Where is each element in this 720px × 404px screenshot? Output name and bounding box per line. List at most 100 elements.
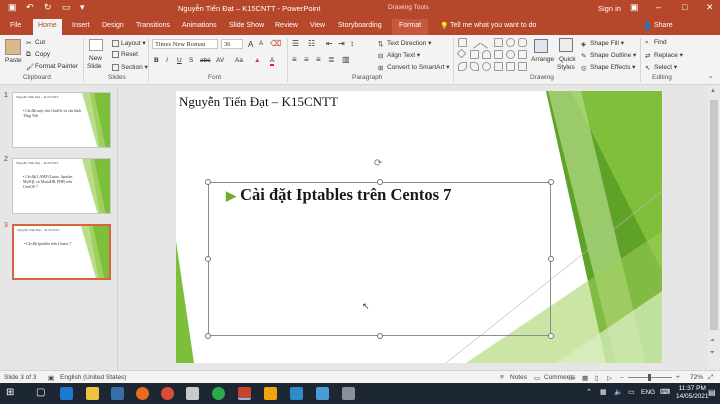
- shape-line-icon[interactable]: [480, 36, 493, 49]
- increase-indent-icon[interactable]: ⇥: [338, 39, 345, 48]
- app-icon[interactable]: [316, 387, 329, 400]
- system-clock[interactable]: 11:37 PM 14/05/2021: [676, 385, 709, 401]
- quick-styles-button[interactable]: Quick: [559, 56, 576, 63]
- firefox-icon[interactable]: [136, 387, 149, 400]
- shape-arc-icon[interactable]: [482, 50, 491, 59]
- arrange-button[interactable]: Arrange: [531, 56, 554, 63]
- prev-slide-icon[interactable]: ⏶: [710, 338, 715, 345]
- app-icon[interactable]: [342, 387, 355, 400]
- sign-in-link[interactable]: Sign in: [598, 4, 621, 13]
- strikethrough-button[interactable]: abc: [200, 57, 210, 64]
- notes-button[interactable]: Notes: [510, 374, 527, 381]
- tab-review[interactable]: Review: [275, 22, 298, 29]
- shape-bracket-icon[interactable]: [494, 62, 503, 71]
- layout-button[interactable]: Layout ▾: [112, 39, 146, 47]
- task-view-icon[interactable]: ▢: [36, 387, 45, 398]
- resize-handle[interactable]: [548, 256, 554, 262]
- shape-outline-button[interactable]: ✎ Shape Outline ▾: [581, 51, 636, 60]
- shape-line-icon[interactable]: [468, 36, 481, 49]
- slide-header-text[interactable]: Nguyễn Tiến Đạt – K15CNTT: [179, 94, 338, 110]
- align-right-icon[interactable]: ≡: [316, 55, 321, 64]
- zoom-slider-thumb[interactable]: [648, 374, 651, 381]
- collapse-ribbon-icon[interactable]: ⌃: [708, 75, 713, 83]
- paste-icon[interactable]: [5, 39, 21, 55]
- shape-curve-icon[interactable]: [470, 62, 479, 71]
- tab-animations[interactable]: Animations: [182, 22, 217, 29]
- minimize-icon[interactable]: –: [656, 2, 661, 12]
- chrome-icon[interactable]: [161, 387, 174, 400]
- clear-formatting-icon[interactable]: ⌫: [270, 39, 281, 48]
- shape-fill-button[interactable]: ◈ Shape Fill ▾: [581, 39, 624, 48]
- scroll-up-icon[interactable]: ▲: [710, 88, 716, 94]
- align-text-button[interactable]: ⊟ Align Text ▾: [378, 51, 420, 60]
- tab-slide-show[interactable]: Slide Show: [229, 22, 264, 29]
- format-painter-button[interactable]: 🖌Format Painter: [26, 63, 78, 71]
- align-center-icon[interactable]: ≡: [304, 55, 309, 64]
- keyboard-icon[interactable]: ⌨: [660, 388, 670, 396]
- new-slide-button[interactable]: New: [89, 55, 102, 62]
- slide-thumbnail-3[interactable]: Nguyễn Tiến Đạt – K15CNTT • Cài đặt Ipta…: [12, 224, 111, 280]
- tray-chevron-icon[interactable]: ⌃: [586, 388, 592, 396]
- mail-icon[interactable]: [111, 387, 124, 400]
- tab-view[interactable]: View: [310, 22, 325, 29]
- shrink-font-button[interactable]: A: [259, 41, 263, 47]
- tab-storyboarding[interactable]: Storyboarding: [338, 22, 382, 29]
- slide-sorter-icon[interactable]: ▦: [582, 374, 588, 382]
- redo-icon[interactable]: ↻: [44, 2, 52, 13]
- shape-star-icon[interactable]: [506, 62, 515, 71]
- shape-rounded-rect-icon[interactable]: [518, 38, 527, 47]
- close-icon[interactable]: ✕: [706, 2, 714, 13]
- normal-view-icon[interactable]: ▭: [568, 374, 574, 382]
- section-button[interactable]: Section ▾: [112, 63, 148, 71]
- replace-button[interactable]: ⇄ Replace ▾: [645, 51, 683, 60]
- font-color-button[interactable]: A: [270, 57, 275, 66]
- tab-design[interactable]: Design: [102, 22, 124, 29]
- file-explorer-icon[interactable]: [86, 387, 99, 400]
- input-language[interactable]: ENG: [641, 389, 655, 396]
- tab-insert[interactable]: Insert: [72, 22, 90, 29]
- shape-more-icon[interactable]: [518, 62, 527, 71]
- bullets-icon[interactable]: ☰: [292, 39, 299, 48]
- maximize-icon[interactable]: □: [682, 2, 687, 12]
- tell-me-search[interactable]: Tell me what you want to do: [450, 22, 536, 29]
- text-direction-button[interactable]: ⇅ Text Direction ▾: [378, 39, 431, 48]
- underline-button[interactable]: U: [177, 57, 182, 64]
- justify-icon[interactable]: ≣: [328, 55, 335, 64]
- zoom-level[interactable]: 72%: [690, 374, 703, 381]
- highlight-icon[interactable]: ▲: [254, 57, 260, 64]
- shape-oval-icon[interactable]: [506, 38, 515, 47]
- arrange-icon[interactable]: [534, 39, 548, 53]
- powerpoint-icon[interactable]: [238, 387, 251, 400]
- spellcheck-icon[interactable]: ▣: [48, 374, 54, 382]
- shape-rectangle-icon[interactable]: [494, 38, 503, 47]
- app-icon[interactable]: [186, 387, 199, 400]
- app-icon[interactable]: [264, 387, 277, 400]
- font-size-select[interactable]: 36: [221, 39, 243, 49]
- resize-handle[interactable]: [548, 179, 554, 185]
- shape-effects-button[interactable]: ◎ Shape Effects ▾: [581, 63, 635, 72]
- quick-styles-icon[interactable]: [559, 38, 573, 52]
- shape-rectangle-icon[interactable]: [470, 50, 479, 59]
- resize-handle[interactable]: [377, 333, 383, 339]
- volume-icon[interactable]: 🔈: [614, 388, 623, 396]
- resize-handle[interactable]: [205, 179, 211, 185]
- reading-view-icon[interactable]: ▯: [595, 374, 599, 382]
- bold-button[interactable]: B: [154, 57, 159, 64]
- vertical-scrollbar[interactable]: ▲ ⏶ ⏷: [708, 86, 720, 370]
- numbering-icon[interactable]: ☷: [308, 39, 315, 48]
- slide-thumbnail-2[interactable]: Nguyễn Tiến Đạt – K15CNTT • Cài đặt LAMP…: [12, 158, 111, 214]
- shape-curve-icon[interactable]: [458, 62, 467, 71]
- shape-circle-icon[interactable]: [506, 50, 515, 59]
- fit-slide-icon[interactable]: ⤢: [708, 374, 713, 382]
- network-icon[interactable]: ▦: [600, 388, 607, 396]
- change-case-button[interactable]: Aa: [235, 57, 243, 64]
- customize-qat-icon[interactable]: ▾: [80, 2, 85, 13]
- slide-canvas[interactable]: Nguyễn Tiến Đạt – K15CNTT ⟳ ▶ Cài đặt Ip…: [176, 91, 662, 363]
- select-button[interactable]: ↖ Select ▾: [645, 63, 677, 72]
- shape-arrow-icon[interactable]: [494, 50, 503, 59]
- rotate-icon[interactable]: ⟳: [374, 158, 382, 169]
- grow-font-button[interactable]: A: [248, 40, 253, 49]
- italic-button[interactable]: I: [166, 57, 168, 64]
- char-spacing-button[interactable]: AV: [216, 57, 224, 64]
- zoom-in-icon[interactable]: +: [676, 374, 680, 381]
